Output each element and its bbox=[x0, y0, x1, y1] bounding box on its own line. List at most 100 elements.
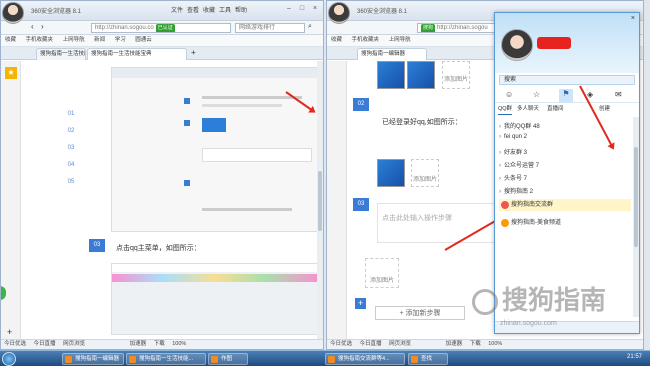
qq-chat-item-1-label: 搜狗指南-美食频道 bbox=[511, 220, 561, 226]
right-bm-1[interactable]: 手机收藏夹 bbox=[352, 37, 380, 43]
left-close-button[interactable]: × bbox=[309, 4, 321, 14]
left-maximize-button[interactable]: □ bbox=[296, 4, 308, 14]
taskbar-item-0[interactable]: 搜狗指南一编辑器 bbox=[62, 353, 124, 365]
left-scrollbar[interactable] bbox=[317, 61, 323, 339]
right-add-image-mid[interactable]: 添加图片 bbox=[411, 159, 439, 187]
qq-tab-multichat[interactable]: 多人聊天 bbox=[517, 104, 539, 114]
qq-group-icon[interactable]: ⚑ bbox=[559, 89, 573, 103]
right-status-1[interactable]: 今日直播 bbox=[360, 341, 382, 347]
right-image-thumb-3 bbox=[377, 159, 405, 187]
taskbar-item-1[interactable]: 搜狗指南一生活技能... bbox=[126, 353, 206, 365]
qq-create-button[interactable]: 创建 bbox=[599, 104, 610, 114]
qq-group-4[interactable]: 头条号 7 bbox=[499, 173, 527, 182]
left-menu-tools[interactable]: 工具 bbox=[219, 5, 231, 14]
left-bm-1[interactable]: 手机收藏夹 bbox=[26, 37, 54, 43]
right-add-image-bottom[interactable]: 添加图片 bbox=[365, 258, 399, 288]
qq-group-0[interactable]: 我的QQ群 48 bbox=[499, 121, 540, 130]
right-image-thumb-1 bbox=[377, 61, 405, 89]
left-url-text: http://zhinan.sogou.co bbox=[95, 25, 154, 31]
right-add-image-mid-label: 添加图片 bbox=[412, 177, 437, 183]
qq-star-icon[interactable]: ☆ bbox=[533, 90, 540, 99]
side-number-02[interactable]: 02 bbox=[61, 128, 81, 134]
side-number-03[interactable]: 03 bbox=[61, 145, 81, 151]
left-add-icon[interactable]: + bbox=[7, 327, 12, 337]
left-bm-4[interactable]: 学习 bbox=[115, 37, 126, 43]
left-bm-2[interactable]: 上网导航 bbox=[63, 37, 85, 43]
qq-contact-icon[interactable]: ☺ bbox=[505, 90, 513, 99]
right-url-input[interactable]: 搜狗 http://zhinan.sogou bbox=[417, 23, 497, 33]
left-sidebar: ★ bbox=[1, 61, 21, 341]
qq-group-5[interactable]: 搜狗指南 2 bbox=[499, 186, 533, 195]
qq-close-icon[interactable]: × bbox=[631, 15, 635, 22]
qq-tab-groups[interactable]: QQ群 bbox=[498, 104, 513, 115]
qq-chat-icon[interactable]: ✉ bbox=[615, 90, 622, 99]
left-window-title: 360安全浏览器 8.1 bbox=[31, 9, 82, 15]
left-user-avatar[interactable] bbox=[2, 2, 24, 24]
right-step-02-text: 已经登录好qq,如图所示： bbox=[382, 119, 462, 126]
left-tab-1[interactable]: 搜狗指南一生活技能宝典 bbox=[87, 48, 187, 60]
qq-chat-item-1[interactable]: 搜狗指南-美食频道 bbox=[499, 217, 631, 229]
left-menu-file[interactable]: 文件 bbox=[171, 5, 183, 14]
windows-taskbar: 搜狗指南一编辑器 搜狗指南一生活技能... 作图 搜狗指南交流群等4... 查找… bbox=[0, 350, 650, 366]
left-status-2[interactable]: 网页浏览 bbox=[63, 341, 85, 347]
right-user-avatar[interactable] bbox=[328, 2, 350, 24]
right-add-image-top[interactable]: 添加图片 bbox=[442, 61, 470, 89]
taskbar-item-3[interactable]: 搜狗指南交流群等4... bbox=[325, 353, 405, 365]
qq-group-3[interactable]: 公众号运营 7 bbox=[499, 160, 539, 169]
left-search-input[interactable]: 网络游戏排行 bbox=[235, 23, 305, 33]
right-bm-0[interactable]: 收藏 bbox=[331, 37, 342, 43]
left-back-icon[interactable]: ‹ bbox=[31, 22, 34, 31]
qq-tab-live[interactable]: 直播间 bbox=[547, 104, 564, 114]
right-tab-0[interactable]: 搜狗指南一编辑器 bbox=[357, 48, 427, 60]
qq-avatar[interactable] bbox=[501, 29, 533, 61]
right-status-4[interactable]: 下载 bbox=[470, 341, 481, 347]
embedded-step-marker bbox=[184, 180, 190, 186]
left-forward-icon[interactable]: › bbox=[41, 22, 44, 31]
qq-search-input[interactable]: 搜索 bbox=[499, 75, 635, 85]
left-menu-favorites[interactable]: 收藏 bbox=[203, 5, 215, 14]
side-number-05[interactable]: 05 bbox=[61, 179, 81, 185]
left-status-3[interactable]: 加速器 bbox=[130, 341, 147, 347]
side-number-04[interactable]: 04 bbox=[61, 162, 81, 168]
left-green-edge-icon[interactable] bbox=[1, 286, 6, 300]
embedded-screenshot-bar bbox=[112, 68, 317, 78]
qq-chat-item-0-label: 搜狗指南交流群 bbox=[511, 202, 554, 208]
right-status-3[interactable]: 加速器 bbox=[446, 341, 463, 347]
left-minimize-button[interactable]: – bbox=[283, 4, 295, 14]
left-status-0[interactable]: 今日优选 bbox=[4, 341, 26, 347]
right-bm-2[interactable]: 上网导航 bbox=[389, 37, 411, 43]
start-button[interactable] bbox=[2, 352, 16, 366]
right-plus-icon[interactable]: + bbox=[355, 298, 366, 309]
left-tab-0[interactable]: 搜狗指南一生活技能宝典 bbox=[36, 48, 86, 60]
taskbar-item-4[interactable]: 查找 bbox=[408, 353, 448, 365]
qq-group-2[interactable]: 好友群 3 bbox=[499, 147, 527, 156]
left-bm-0[interactable]: 收藏 bbox=[5, 37, 16, 43]
left-bm-5[interactable]: 圆通云 bbox=[135, 37, 152, 43]
right-status-2[interactable]: 网页浏览 bbox=[389, 341, 411, 347]
qq-shield-icon[interactable]: ◈ bbox=[587, 90, 593, 99]
left-menu-view[interactable]: 查看 bbox=[187, 5, 199, 14]
right-add-step-button[interactable]: + 添加新步骤 bbox=[375, 306, 465, 320]
left-menu-help[interactable]: 帮助 bbox=[235, 5, 247, 14]
left-search-icon[interactable]: ⌕ bbox=[308, 23, 312, 31]
side-number-01[interactable]: 01 bbox=[61, 111, 81, 117]
left-status-4[interactable]: 下载 bbox=[154, 341, 165, 347]
left-new-tab-icon[interactable]: + bbox=[191, 48, 196, 57]
left-favorite-star-icon[interactable]: ★ bbox=[5, 67, 17, 79]
left-status-1[interactable]: 今日直播 bbox=[34, 341, 56, 347]
left-url-input[interactable]: http://zhinan.sogou.co 已认证 bbox=[91, 23, 231, 33]
left-status-5[interactable]: 100% bbox=[172, 341, 186, 347]
right-step-03-input[interactable]: 点击此处输入操作步骤 bbox=[377, 203, 497, 243]
taskbar-clock[interactable]: 21:57 bbox=[627, 354, 642, 360]
qq-group-1[interactable]: fei qun 2 bbox=[499, 134, 527, 140]
right-status-5[interactable]: 100% bbox=[488, 341, 502, 347]
left-bm-3[interactable]: 新闻 bbox=[94, 37, 105, 43]
qq-scrollbar[interactable] bbox=[633, 117, 639, 317]
watermark-text: 搜狗指南 bbox=[502, 285, 607, 315]
left-bookmarks-bar: 收藏 手机收藏夹 上网导航 新闻 学习 圆通云 bbox=[1, 35, 323, 47]
right-sidebar bbox=[327, 61, 347, 341]
qq-chat-item-0[interactable]: 搜狗指南交流群 bbox=[499, 199, 631, 211]
taskbar-item-2[interactable]: 作图 bbox=[208, 353, 248, 365]
right-status-0[interactable]: 今日优选 bbox=[330, 341, 352, 347]
qq-header: × bbox=[495, 13, 639, 73]
